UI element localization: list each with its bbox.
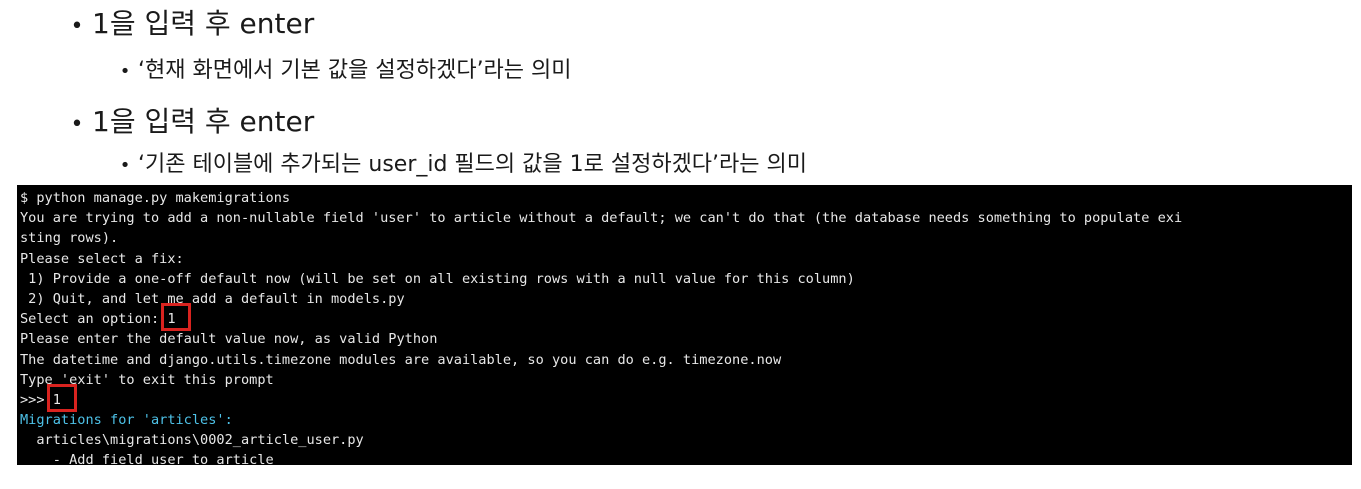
terminal-line: 1) Provide a one-off default now (will b… xyxy=(20,270,855,287)
terminal-line-python-prompt: >>> 1 xyxy=(20,383,1352,413)
terminal-line: - Add field user to article xyxy=(20,452,274,465)
terminal-output: $ python manage.py makemigrations You ar… xyxy=(17,185,1352,465)
terminal-line: $ python manage.py makemigrations xyxy=(20,190,291,206)
terminal-line: sting rows). xyxy=(20,230,119,247)
terminal-line-migrations-header: Migrations for 'articles': xyxy=(20,412,233,429)
bullet-text: 1을 입력 후 enter xyxy=(92,105,315,138)
terminal-line: Type 'exit' to exit this prompt xyxy=(20,371,274,388)
terminal-line-select-option: Select an option: 1 xyxy=(20,303,1352,332)
terminal-line: Please select a fix: xyxy=(20,250,184,267)
highlighted-input-option: 1 xyxy=(161,303,192,332)
sub-bullet-2: • ‘기존 테이블에 추가되는 user_id 필드의 값을 1로 설정하겠다’라… xyxy=(112,150,807,181)
sub-bullet-marker: • xyxy=(119,61,131,82)
terminal-line: The datetime and django.utils.timezone m… xyxy=(20,351,782,368)
sub-bullet-1: • ‘현재 화면에서 기본 값을 설정하겠다’라는 의미 xyxy=(112,56,572,87)
bullet-marker: • xyxy=(70,112,84,137)
bullet-2: • 1을 입력 후 enter xyxy=(62,104,315,143)
sub-bullet-text: ‘현재 화면에서 기본 값을 설정하겠다’라는 의미 xyxy=(138,58,572,83)
bullet-1: • 1을 입력 후 enter xyxy=(62,6,315,45)
terminal-prompt-text: Select an option: xyxy=(20,311,168,328)
terminal-line: Please enter the default value now, as v… xyxy=(20,331,438,348)
bullet-marker: • xyxy=(70,14,84,39)
terminal-line: You are trying to add a non-nullable fie… xyxy=(20,210,1183,227)
sub-bullet-marker: • xyxy=(119,155,131,176)
bullet-text: 1을 입력 후 enter xyxy=(92,7,315,40)
highlighted-input-default: 1 xyxy=(46,383,78,413)
sub-bullet-text: ‘기존 테이블에 추가되는 user_id 필드의 값을 1로 설정하겠다’라는… xyxy=(138,152,807,177)
terminal-line: 2) Quit, and let me add a default in mod… xyxy=(20,290,405,307)
terminal-line: articles\migrations\0002_article_user.py xyxy=(20,432,364,449)
